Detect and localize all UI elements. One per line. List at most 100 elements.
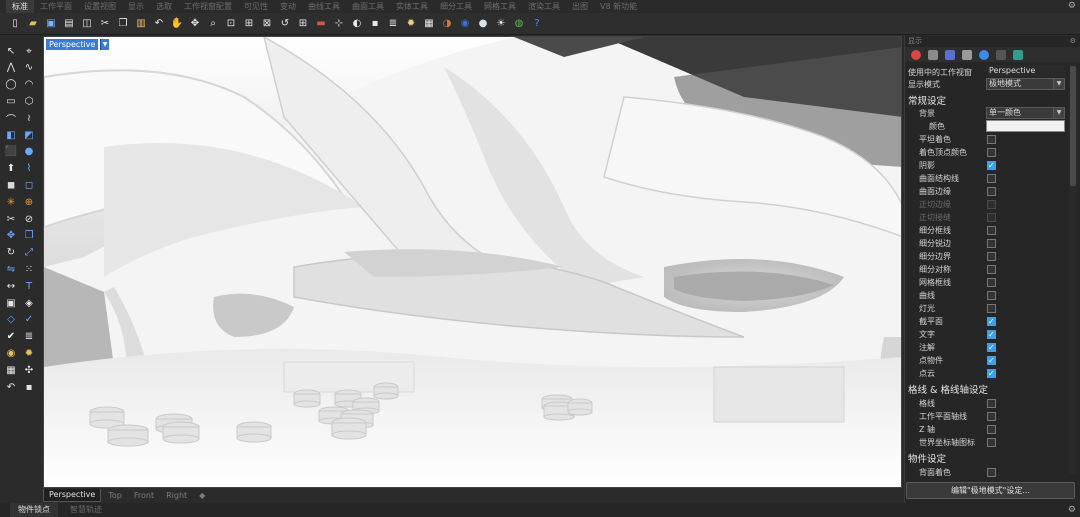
viewport-tab[interactable]: ◆	[194, 490, 210, 502]
globe-icon[interactable]: ◍	[512, 17, 526, 31]
copy-icon[interactable]: ❐	[116, 17, 130, 31]
option-checkbox[interactable]	[987, 354, 996, 367]
move-icon[interactable]: ✥	[4, 229, 18, 243]
box-icon[interactable]: ⬛	[4, 145, 18, 159]
pipe-icon[interactable]: ⌇	[22, 162, 36, 176]
menu-tab[interactable]: 变动	[274, 0, 302, 13]
status-gear-icon[interactable]: ⚙	[1068, 505, 1076, 515]
print-icon[interactable]: ▤	[62, 17, 76, 31]
arc-icon[interactable]: ◠	[22, 78, 36, 92]
viewport-menu-chevron-down-icon[interactable]: ▼	[100, 39, 109, 50]
help-icon[interactable]: ?	[530, 17, 544, 31]
rotate-view-icon[interactable]: ✥	[188, 17, 202, 31]
split-icon[interactable]: ⊘	[22, 212, 36, 226]
trim-icon[interactable]: ✂	[4, 212, 18, 226]
block-icon[interactable]: ◈	[22, 296, 36, 310]
status-toggle[interactable]: 物件锁点	[10, 503, 58, 517]
scale-icon[interactable]: ⤢	[22, 246, 36, 260]
rectangle-icon[interactable]: ▭	[4, 94, 18, 108]
render-icon[interactable]: ◉	[458, 17, 472, 31]
option-checkbox[interactable]	[987, 239, 996, 248]
grid-icon[interactable]: ▦	[4, 363, 18, 377]
viewport-tab[interactable]: Front	[129, 490, 159, 502]
light-tool-icon[interactable]: ✹	[22, 346, 36, 360]
option-checkbox[interactable]	[987, 367, 996, 380]
zoom-window-icon[interactable]: ⊡	[224, 17, 238, 31]
explode-icon[interactable]: ✳	[4, 195, 18, 209]
menu-tab[interactable]: 网格工具	[478, 0, 522, 13]
undo-view-icon[interactable]: ↺	[278, 17, 292, 31]
status-toggle[interactable]: 智慧轨迹	[62, 503, 110, 517]
car-icon[interactable]: ▬	[314, 17, 328, 31]
texture-icon[interactable]	[962, 49, 972, 60]
panel-gear-icon[interactable]: ⚙	[1070, 36, 1076, 47]
zoom-extents-icon[interactable]: ⊞	[242, 17, 256, 31]
option-checkbox[interactable]	[987, 226, 996, 235]
viewport-tab[interactable]: Perspective	[43, 489, 102, 502]
group-icon[interactable]: ▣	[4, 296, 18, 310]
menu-tab[interactable]: 工作平面	[34, 0, 78, 13]
menu-tab[interactable]: 可见性	[238, 0, 274, 13]
menu-settings-gear-icon[interactable]: ⚙	[1068, 0, 1076, 13]
menu-tab[interactable]: 出图	[566, 0, 594, 13]
polygon-icon[interactable]: ⬡	[22, 94, 36, 108]
four-view-icon[interactable]: ⊞	[296, 17, 310, 31]
material-icon[interactable]	[945, 49, 955, 60]
viewport-title[interactable]: Perspective	[46, 39, 99, 50]
show-object-icon[interactable]: ◐	[350, 17, 364, 31]
surface-icon[interactable]: ◧	[4, 128, 18, 142]
render-tool-icon[interactable]: ◉	[4, 346, 18, 360]
color-swatch[interactable]	[986, 120, 1065, 132]
new-file-icon[interactable]: ▯	[8, 17, 22, 31]
display-mode-select[interactable]: 极地模式 ▼	[986, 78, 1065, 90]
menu-tab[interactable]: 工作视窗配置	[178, 0, 238, 13]
circle-icon[interactable]: ◯	[4, 78, 18, 92]
menu-tab[interactable]: V8 新功能	[594, 0, 643, 13]
menu-tab[interactable]: 设置视图	[78, 0, 122, 13]
properties-icon[interactable]: ▦	[422, 17, 436, 31]
environment-icon[interactable]	[979, 49, 989, 60]
menu-tab[interactable]: 曲面工具	[346, 0, 390, 13]
select-arrow-icon[interactable]: ↖	[4, 44, 18, 58]
boolean-diff-icon[interactable]: ◻	[22, 178, 36, 192]
extrude-icon[interactable]: ⬆	[4, 162, 18, 176]
viewport-tab[interactable]: Top	[103, 490, 127, 502]
save-icon[interactable]: ▣	[44, 17, 58, 31]
mirror-icon[interactable]: ⇋	[4, 262, 18, 276]
blend-curve-icon[interactable]: ≀	[22, 111, 36, 125]
analyze-icon[interactable]: ◇	[4, 313, 18, 327]
surface-edge-icon[interactable]: ◩	[22, 128, 36, 142]
menu-tab[interactable]: 曲线工具	[302, 0, 346, 13]
panel-scroll-thumb[interactable]	[1070, 66, 1076, 186]
join-icon[interactable]: ⊕	[22, 195, 36, 209]
color-wheel-icon[interactable]	[911, 49, 921, 60]
curve-icon[interactable]: ∿	[22, 61, 36, 75]
open-file-icon[interactable]: ▰	[26, 17, 40, 31]
rotate-icon[interactable]: ↻	[4, 246, 18, 260]
boolean-union-icon[interactable]: ◼	[4, 178, 18, 192]
material-icon[interactable]: ●	[476, 17, 490, 31]
viewport-tab[interactable]: Right	[161, 490, 192, 502]
option-checkbox[interactable]	[987, 159, 996, 172]
grid-option-checkbox[interactable]	[987, 399, 996, 408]
paste-icon[interactable]: ▥	[134, 17, 148, 31]
grid-option-checkbox[interactable]	[987, 425, 996, 434]
menu-tab[interactable]: 细分工具	[434, 0, 478, 13]
layer-tool-icon[interactable]: ≣	[22, 330, 36, 344]
import-icon[interactable]: ◫	[80, 17, 94, 31]
chevron-down-icon[interactable]: ▼	[1053, 79, 1064, 89]
undo-icon[interactable]: ↶	[152, 17, 166, 31]
curvature-icon[interactable]: ✓	[22, 313, 36, 327]
zoom-icon[interactable]: ⌕	[206, 17, 220, 31]
option-checkbox[interactable]	[987, 187, 996, 196]
layer-icon[interactable]: ≣	[386, 17, 400, 31]
polyline-icon[interactable]: ⋀	[4, 61, 18, 75]
check-icon[interactable]: ✔	[4, 330, 18, 344]
edit-display-mode-button[interactable]: 编辑"极地模式"设定...	[906, 482, 1075, 499]
ground-plane-icon[interactable]	[996, 49, 1006, 60]
fillet-icon[interactable]: ⌒	[4, 111, 18, 126]
option-checkbox[interactable]	[987, 265, 996, 274]
grid-option-checkbox[interactable]	[987, 438, 996, 447]
menu-tab[interactable]: 显示	[122, 0, 150, 13]
lock-icon[interactable]: ▪	[368, 17, 382, 31]
